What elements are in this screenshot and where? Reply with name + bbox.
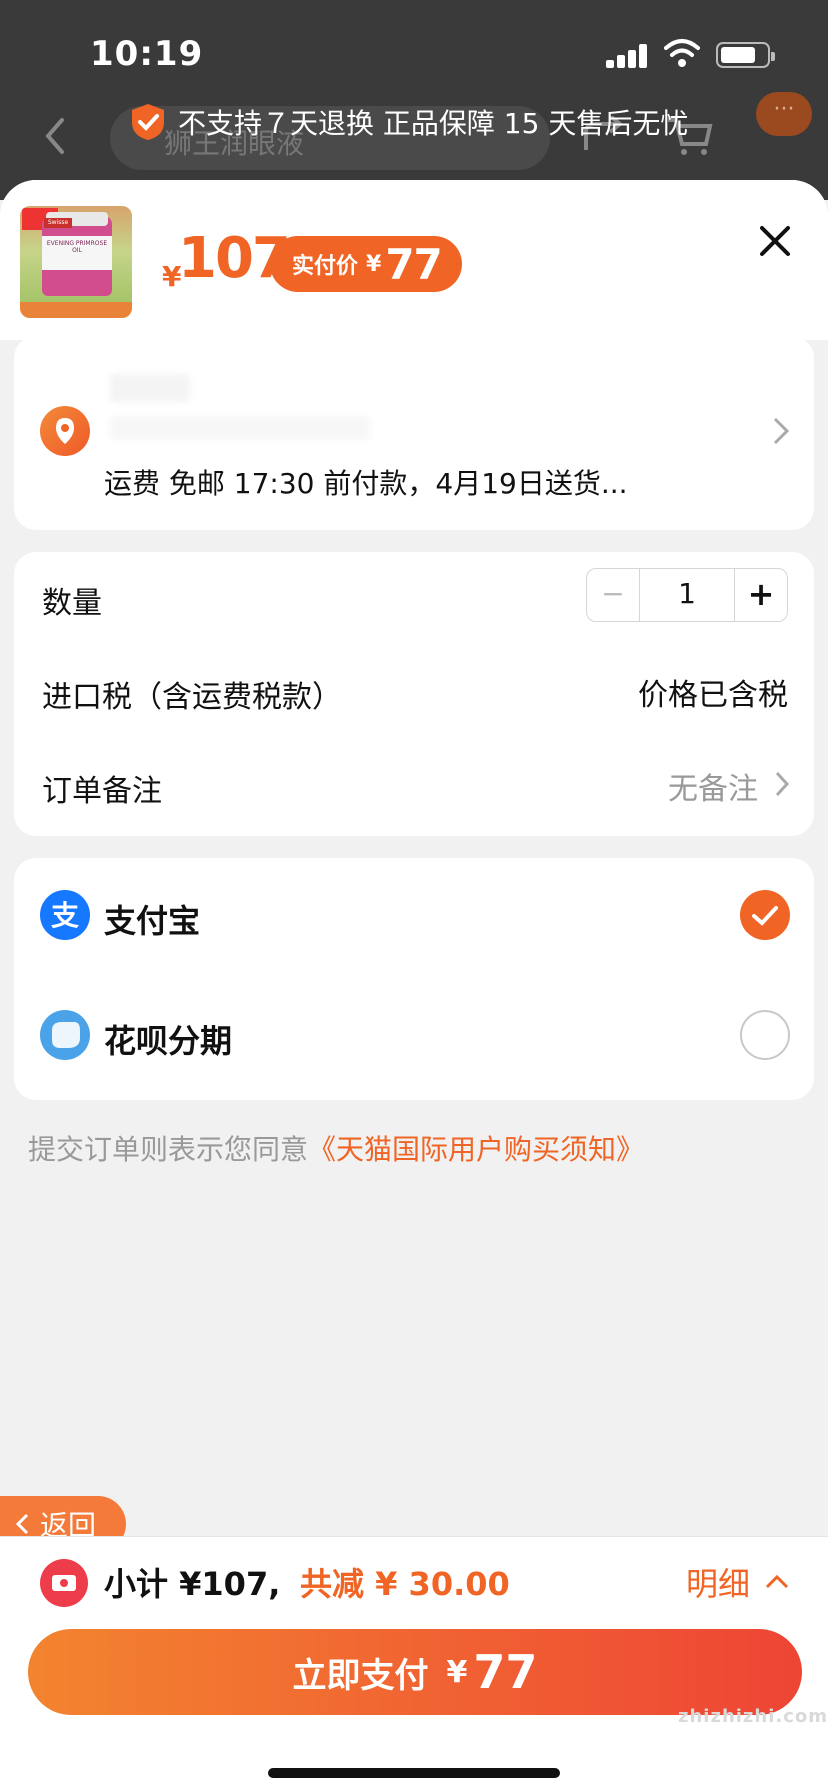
quantity-minus-button[interactable]: − [587, 569, 639, 621]
address-detail [110, 416, 370, 440]
order-options-card: 数量 − 1 + 进口税（含运费税款） 价格已含税 订单备注 无备注 [14, 552, 814, 836]
payment-option-alipay[interactable]: 支付宝 [104, 896, 200, 942]
note-value[interactable]: 无备注 [668, 764, 758, 808]
wifi-icon [664, 39, 700, 67]
subtotal: 小计 ¥107, [104, 1565, 281, 1603]
huabei-icon [40, 1010, 90, 1060]
tax-label: 进口税（含运费税款） [42, 680, 342, 715]
svg-text:支: 支 [51, 899, 79, 932]
paid-price-symbol: ¥ [366, 251, 382, 277]
paid-price-badge: 实付价 ¥ 77 [270, 236, 462, 292]
product-image-caption: EVENING PRIMROSE OIL [42, 236, 112, 270]
shipping-info: 运费 免邮 17:30 前付款，4月19日送货... [104, 467, 628, 500]
guarantee-text: 不支持７天退换 正品保障 15 天售后无忧 [178, 107, 689, 140]
paid-price-value: 77 [385, 239, 442, 289]
address-card[interactable]: 运费 免邮 17:30 前付款，4月19日送货... [14, 336, 814, 530]
guarantee-banner: 不支持７天退换 正品保障 15 天售后无忧 [130, 100, 688, 144]
home-indicator [268, 1768, 560, 1778]
payment-option-huabei[interactable]: 花呗分期 [104, 1016, 232, 1062]
battery-icon [716, 42, 775, 68]
note-label: 订单备注 [42, 774, 162, 809]
close-icon[interactable] [758, 224, 792, 258]
status-bar: 10:19 [0, 0, 828, 100]
address-name [110, 374, 190, 402]
quantity-input[interactable]: 1 [639, 569, 735, 621]
quantity-plus-button[interactable]: + [735, 569, 787, 621]
location-icon [40, 406, 90, 456]
chevron-right-icon [773, 417, 790, 445]
agreement-text: 提交订单则表示您同意《天猫国际用户购买须知》 [28, 1128, 644, 1168]
agreement-link[interactable]: 《天猫国际用户购买须知》 [308, 1133, 644, 1166]
chevron-up-icon [765, 1574, 789, 1589]
shield-icon [132, 104, 164, 140]
status-time: 10:19 [90, 34, 204, 74]
pay-now-amount: 77 [473, 1645, 538, 1699]
huabei-radio[interactable] [740, 1010, 790, 1060]
paid-price-label: 实付价 [292, 254, 359, 279]
coupon-icon [40, 1559, 88, 1607]
more-icon: ··· [756, 92, 812, 136]
agreement-prefix: 提交订单则表示您同意 [28, 1133, 309, 1166]
product-brand: Swisse [44, 218, 72, 228]
detail-toggle[interactable]: 明细 [686, 1559, 790, 1605]
back-arrow-icon [45, 118, 64, 154]
discount-total: 共减 ¥ 30.00 [300, 1565, 510, 1603]
pay-now-label: 立即支付 [292, 1655, 429, 1696]
chevron-right-icon [775, 771, 790, 797]
pay-now-button[interactable]: 立即支付 ¥ 77 [28, 1629, 802, 1715]
detail-label: 明细 [686, 1565, 751, 1603]
checkout-footer: 小计 ¥107, 共减 ¥ 30.00 明细 立即支付 ¥ 77 [0, 1536, 828, 1790]
chevron-left-icon [15, 1513, 29, 1535]
alipay-icon: 支 [40, 890, 90, 940]
quantity-stepper: − 1 + [586, 568, 788, 622]
tax-value: 价格已含税 [638, 678, 788, 713]
quantity-label: 数量 [42, 586, 102, 621]
watermark: zhizhizhi.com [678, 1706, 828, 1727]
alipay-selected-checkbox[interactable] [740, 890, 790, 940]
payment-methods-card: 支 支付宝 花呗分期 [14, 858, 814, 1100]
product-thumbnail: Swisse EVENING PRIMROSE OIL [20, 206, 132, 318]
signal-icon [606, 44, 648, 68]
pay-now-symbol: ¥ [446, 1654, 468, 1690]
